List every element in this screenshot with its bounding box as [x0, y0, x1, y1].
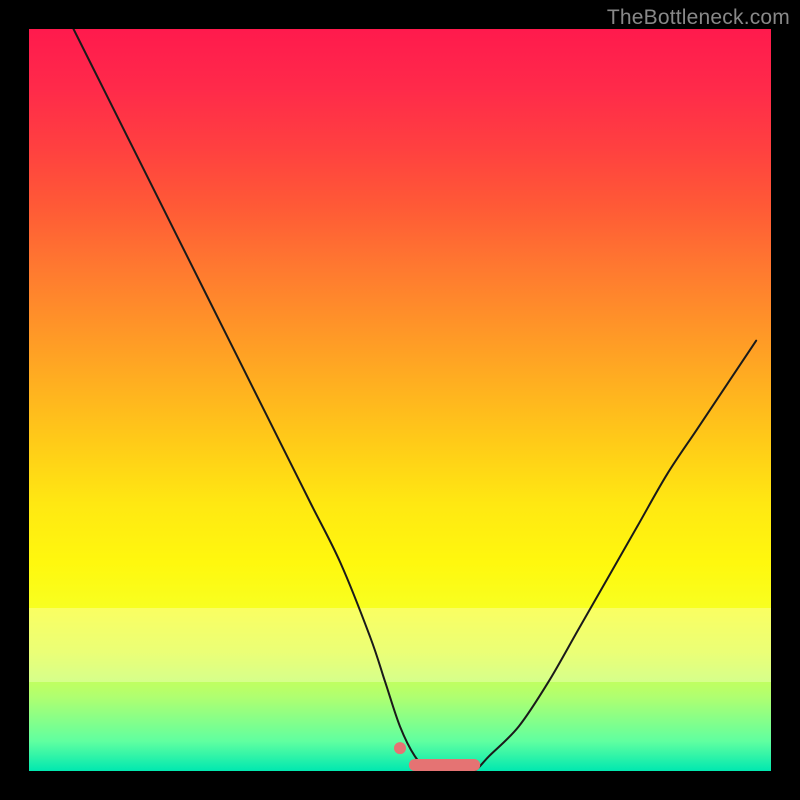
chart-frame: { "watermark": "TheBottleneck.com", "cha…: [0, 0, 800, 800]
curve-layer: [29, 29, 771, 771]
bottleneck-curve: [74, 29, 757, 771]
watermark-text: TheBottleneck.com: [607, 6, 790, 30]
marker-dot: [394, 742, 406, 754]
plot-area: [29, 29, 771, 771]
